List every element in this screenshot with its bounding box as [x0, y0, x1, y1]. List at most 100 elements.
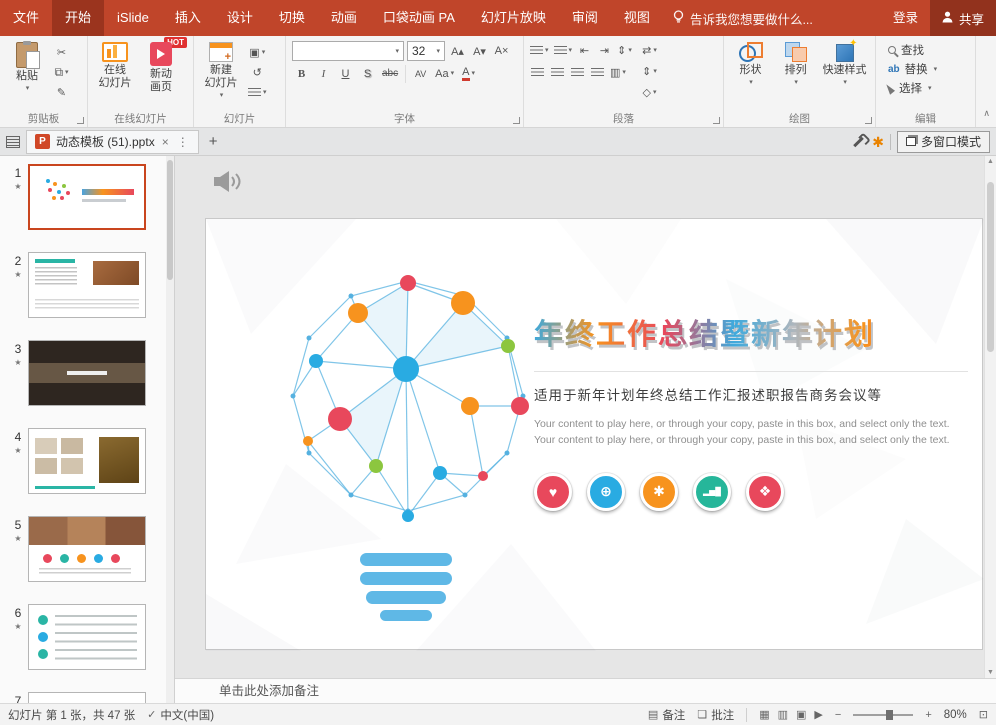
align-right-button[interactable]: [568, 63, 587, 82]
slide-thumbnail-row-6[interactable]: 6 ★: [0, 596, 174, 684]
quick-styles-button[interactable]: 快速样式 ▾: [818, 38, 871, 111]
slide-subtitle[interactable]: 适用于新年计划年终总结工作汇报述职报告商务会议等: [534, 371, 968, 404]
align-text-button[interactable]: ⇕ ▾: [640, 62, 659, 81]
panel-scrollbar-thumb[interactable]: [167, 160, 173, 280]
slide-thumbnail-row-7[interactable]: 7: [0, 684, 174, 703]
language-status[interactable]: ✓ 中文(中国): [147, 707, 214, 723]
document-menu-button[interactable]: ⋮: [176, 135, 190, 149]
convert-to-smartart-button[interactable]: ◇ ▾: [640, 83, 659, 102]
section-button[interactable]: ▾: [246, 83, 269, 102]
clipboard-dialog-launcher[interactable]: [77, 117, 84, 124]
bullets-button[interactable]: ▾: [528, 41, 551, 60]
slide-thumbnail[interactable]: [28, 692, 146, 703]
paste-button[interactable]: 粘贴 ▾: [4, 39, 50, 111]
arrange-button[interactable]: 排列 ▾: [773, 39, 818, 111]
tab-pocket-animation[interactable]: 口袋动画 PA: [370, 0, 468, 36]
tab-slideshow[interactable]: 幻灯片放映: [468, 0, 559, 36]
character-spacing-button[interactable]: AV: [411, 64, 430, 83]
audio-speaker-object[interactable]: [211, 168, 243, 198]
tab-transitions[interactable]: 切换: [266, 0, 318, 36]
slide-thumbnail[interactable]: [28, 252, 146, 318]
change-case-button[interactable]: Aa ▾: [433, 64, 456, 83]
panel-scrollbar[interactable]: [166, 156, 174, 703]
copy-button[interactable]: ⧉ ▾: [52, 63, 71, 82]
zoom-slider[interactable]: [853, 709, 914, 720]
align-left-button[interactable]: [528, 63, 547, 82]
zoom-level[interactable]: 80%: [944, 709, 967, 721]
text-direction-button[interactable]: ⇄ ▾: [640, 41, 659, 60]
canvas-scrollbar-thumb[interactable]: [987, 182, 994, 352]
slide-thumbnail-row-2[interactable]: 2 ★: [0, 244, 174, 332]
slide-title[interactable]: 年终工作总结暨新年计划: [534, 311, 968, 353]
replace-button[interactable]: ab 替换 ▾: [880, 61, 971, 77]
paragraph-dialog-launcher[interactable]: [713, 117, 720, 124]
slide-thumbnail[interactable]: [28, 516, 146, 582]
cut-button[interactable]: ✂: [52, 43, 71, 62]
notes-toggle-button[interactable]: ▤ 备注: [648, 707, 685, 723]
underline-button[interactable]: U: [336, 64, 355, 83]
new-slide-button[interactable]: 新建 幻灯片 ▾: [198, 39, 244, 111]
reading-view-button[interactable]: ▣: [796, 708, 806, 721]
notes-pane[interactable]: 单击此处添加备注: [175, 678, 996, 703]
scroll-up-icon[interactable]: ▲: [985, 158, 996, 165]
slide-thumbnail[interactable]: [28, 164, 146, 230]
heart-badge[interactable]: ♥: [534, 472, 572, 511]
slide-editing-surface[interactable]: 年终工作总结暨新年计划 适用于新年计划年终总结工作汇报述职报告商务会议等 You…: [205, 218, 984, 651]
canvas-scrollbar[interactable]: ▲ ▼: [984, 156, 996, 678]
lightbulb-network-graphic[interactable]: [258, 241, 558, 631]
tab-insert[interactable]: 插入: [162, 0, 214, 36]
tab-animations[interactable]: 动画: [318, 0, 370, 36]
slide-thumbnail-row-5[interactable]: 5 ★: [0, 508, 174, 596]
text-shadow-button[interactable]: S: [358, 64, 377, 83]
tab-design[interactable]: 设计: [214, 0, 266, 36]
italic-button[interactable]: I: [314, 64, 333, 83]
chart-badge[interactable]: ▂▅█: [693, 472, 731, 511]
zoom-out-button[interactable]: −: [835, 709, 841, 721]
select-button[interactable]: 选择 ▾: [880, 80, 971, 96]
multi-window-mode-button[interactable]: 多窗口模式: [896, 130, 990, 153]
find-button[interactable]: 查找: [880, 42, 971, 58]
fit-to-window-icon[interactable]: ⊡: [979, 708, 988, 721]
drawing-dialog-launcher[interactable]: [865, 117, 872, 124]
tab-file[interactable]: 文件: [0, 0, 52, 36]
document-tab[interactable]: P 动态模板 (51).pptx × ⋮: [26, 129, 199, 154]
line-spacing-button[interactable]: ⇕ ▾: [615, 41, 634, 60]
increase-indent-button[interactable]: ⇥: [595, 41, 614, 60]
collapse-ribbon-button[interactable]: ∧: [983, 108, 990, 119]
clear-formatting-button[interactable]: A×: [492, 42, 511, 61]
gear-badge[interactable]: ✱: [640, 472, 678, 511]
tab-islide[interactable]: iSlide: [104, 0, 162, 36]
format-painter-button[interactable]: ✎: [52, 83, 71, 102]
tab-view[interactable]: 视图: [611, 0, 663, 36]
sign-in-button[interactable]: 登录: [881, 0, 930, 36]
slide-thumbnail-row-4[interactable]: 4 ★: [0, 420, 174, 508]
numbering-button[interactable]: ▾: [552, 41, 575, 60]
zoom-slider-thumb[interactable]: [886, 709, 894, 720]
tools-icon[interactable]: [853, 136, 865, 147]
slide-thumbnail-row-3[interactable]: 3 ★: [0, 332, 174, 420]
strikethrough-button[interactable]: abc: [380, 64, 400, 83]
bold-button[interactable]: B: [292, 64, 311, 83]
zoom-in-button[interactable]: +: [925, 709, 931, 721]
font-dialog-launcher[interactable]: [513, 117, 520, 124]
slideshow-button[interactable]: ▶: [814, 708, 822, 721]
megaphone-badge[interactable]: ❖: [746, 472, 784, 511]
slide-body-text[interactable]: Your content to play here, or through yo…: [534, 416, 954, 449]
normal-view-button[interactable]: ▦: [759, 708, 769, 721]
shapes-button[interactable]: 形状 ▾: [728, 39, 773, 111]
close-document-button[interactable]: ×: [161, 135, 170, 149]
slide-thumbnail[interactable]: [28, 428, 146, 494]
slide-thumbnail[interactable]: [28, 340, 146, 406]
increase-font-size-button[interactable]: A▴: [448, 42, 467, 61]
slide-thumbnail-row-1[interactable]: 1 ★: [0, 156, 174, 244]
scroll-down-icon[interactable]: ▼: [985, 669, 996, 676]
align-center-button[interactable]: [548, 63, 567, 82]
font-name-select[interactable]: ▾: [292, 41, 404, 61]
document-list-icon[interactable]: [6, 135, 20, 148]
tell-me-box[interactable]: 告诉我您想要做什么...: [673, 0, 813, 36]
comments-toggle-button[interactable]: ❏ 批注: [697, 707, 734, 723]
settings-gear-icon[interactable]: ✱: [872, 135, 884, 149]
font-color-button[interactable]: A ▾: [459, 64, 478, 83]
columns-button[interactable]: ▥ ▾: [608, 63, 628, 82]
decrease-font-size-button[interactable]: A▾: [470, 42, 489, 61]
